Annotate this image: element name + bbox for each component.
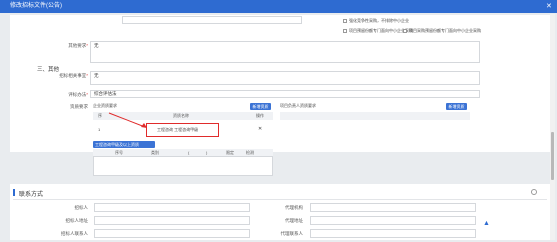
window-titlebar: 修改招标文件(公告) ✕ — [0, 0, 557, 13]
qualification-label: 资质要求 — [70, 104, 88, 109]
bid-notes-field[interactable]: 无 — [90, 71, 480, 85]
contact-left-input-2[interactable] — [94, 229, 250, 238]
contact-right-label-2: 代理联系人 — [280, 231, 304, 236]
scroll-top-button[interactable]: ▲ — [482, 219, 491, 228]
personnel-add-button[interactable]: 新增资质 — [446, 103, 467, 110]
highlight-box — [146, 123, 219, 137]
personnel-table-header — [280, 112, 470, 120]
checkbox-reserved-share-2-label: 项目采购预留份额专门面向中小企业采购 — [409, 28, 481, 33]
header-index: 序 — [98, 113, 102, 118]
checkbox-reserved-share[interactable] — [343, 29, 347, 33]
header-name: 资质名称 — [173, 113, 189, 118]
sub-header-2: ( — [188, 150, 190, 155]
checkbox-reserved-share-2[interactable] — [403, 29, 407, 33]
subtable-title[interactable]: 工程咨询甲级及以上资质 — [93, 141, 155, 148]
contact-right-input-2[interactable] — [310, 229, 476, 238]
contact-right-input-0[interactable] — [310, 203, 476, 212]
subtable-body — [93, 156, 273, 176]
subtable-header: 序号 类别 ( ) 限定 检测 — [93, 149, 273, 156]
collapse-icon[interactable] — [531, 189, 537, 195]
contact-left-label-1: 招标人地址 — [65, 218, 89, 223]
contact-card: 联系方式 招标人 招标人地址 招标人联系人 代理机构 代理地址 代理联系人 — [10, 184, 550, 240]
header-op: 操作 — [256, 113, 264, 118]
top-partial-input[interactable] — [122, 16, 302, 24]
sub-header-3: ) — [206, 150, 208, 155]
contact-title: 联系方式 — [19, 192, 44, 198]
evaluation-label: 评标办法* — [68, 92, 88, 97]
sub-header-1: 类别 — [151, 150, 159, 155]
contact-left-input-0[interactable] — [94, 203, 250, 212]
sub-header-4: 限定 — [226, 150, 234, 155]
contact-left-label-2: 招标人联系人 — [61, 231, 88, 236]
form-card-top: 强化竞争性采购，不排除中小企业 项目预留份额专门面向中小企业采购 项目采购预留份… — [10, 15, 550, 156]
sub-header-0: 序号 — [115, 150, 123, 155]
contact-left-input-1[interactable] — [94, 216, 250, 225]
close-icon[interactable]: ✕ — [546, 3, 553, 10]
contact-title-bar — [13, 189, 15, 196]
enterprise-qualification-title: 企业资质要求 — [93, 103, 117, 108]
section-other-title: 三、其他 — [37, 67, 60, 73]
row-index: 1 — [98, 127, 101, 132]
vertical-scrollbar[interactable] — [550, 14, 555, 240]
contact-right-label-1: 代理地址 — [285, 218, 303, 223]
sub-header-5: 检测 — [246, 150, 254, 155]
delete-icon[interactable]: ✕ — [258, 126, 262, 132]
annotation-arrow — [108, 112, 147, 128]
evaluation-field[interactable]: 综合评估法 — [90, 90, 480, 98]
enterprise-add-button[interactable]: 新增资质 — [250, 103, 271, 110]
checkbox-competitive-label: 强化竞争性采购，不排除中小企业 — [349, 18, 409, 23]
other-requirements-label: 其他要求* — [68, 43, 88, 48]
contact-left-label-0: 招标人 — [74, 205, 89, 210]
personnel-qualification-title: 项目负责人资质要求 — [280, 103, 316, 108]
contact-right-label-0: 代理机构 — [285, 205, 303, 210]
contact-divider — [13, 199, 547, 200]
scrollbar-thumb[interactable] — [551, 132, 554, 180]
contact-right-input-1[interactable] — [310, 216, 476, 225]
bid-notes-label: 招标相关事宜* — [59, 73, 88, 78]
checkbox-competitive[interactable] — [343, 19, 347, 23]
window-title: 修改招标文件(公告) — [10, 3, 62, 9]
other-requirements-field[interactable]: 无 — [90, 41, 480, 63]
